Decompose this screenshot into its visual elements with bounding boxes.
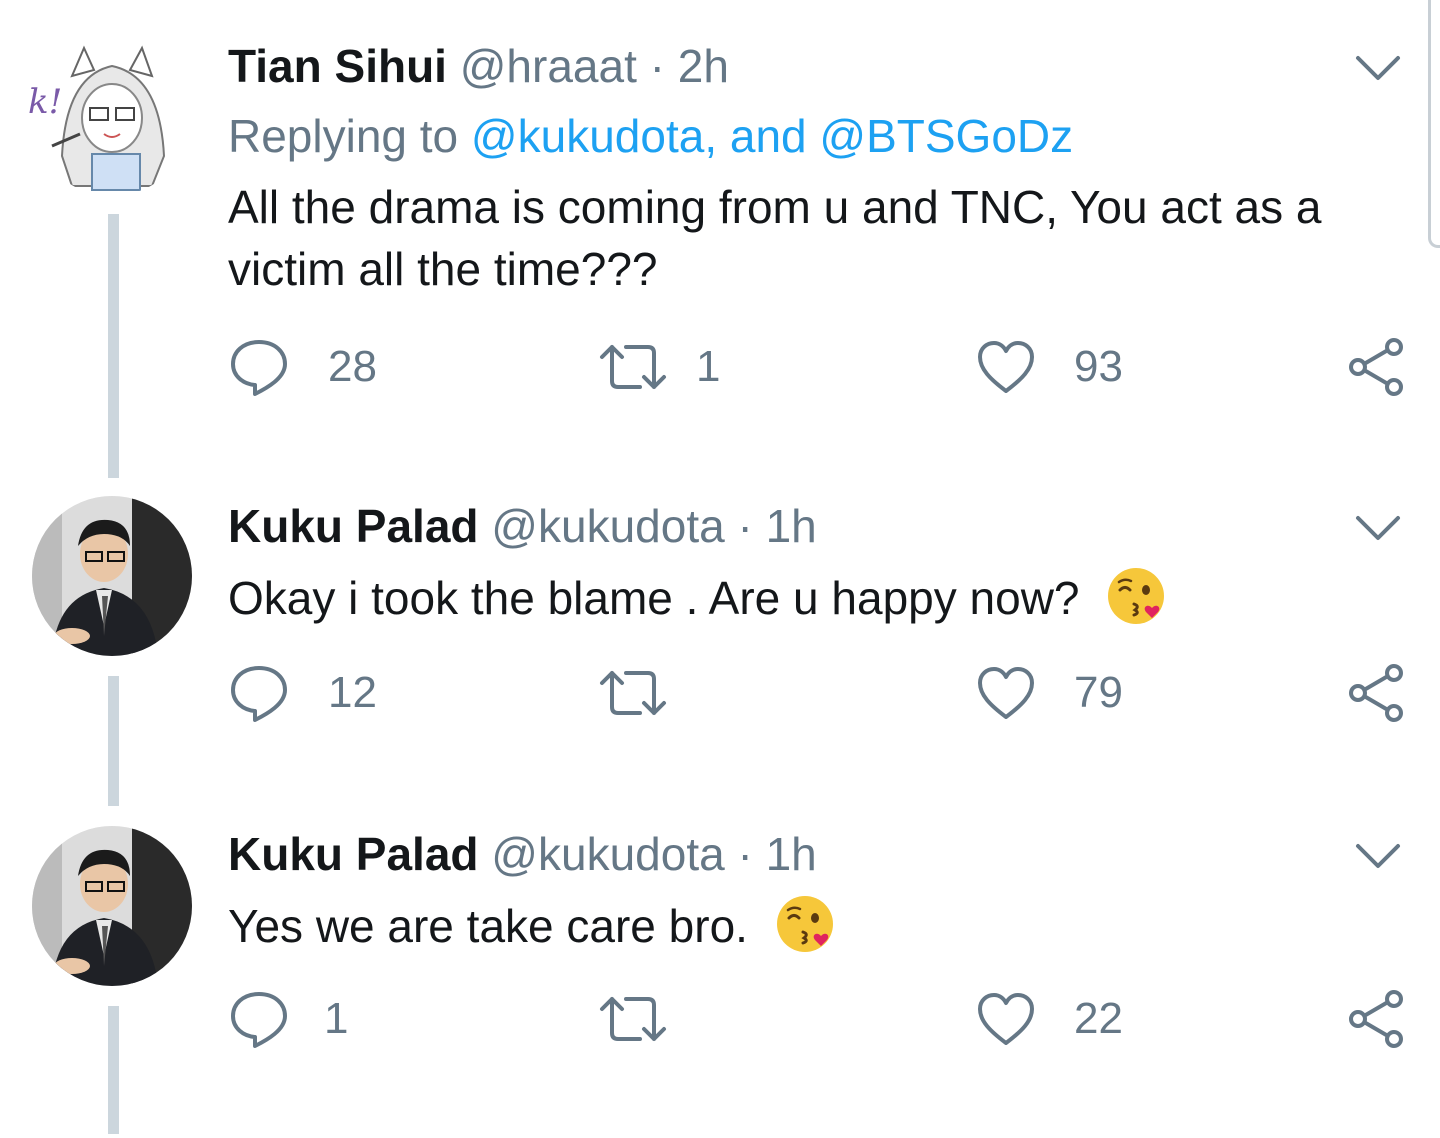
like-count: 22 bbox=[1074, 994, 1123, 1043]
tweet-header: Kuku Palad @kukudota · 1h bbox=[228, 498, 817, 554]
replying-to: Replying to @kukudota, and @BTSGoDz bbox=[228, 108, 1073, 164]
chevron-down-icon[interactable] bbox=[1352, 508, 1404, 548]
reply-count: 1 bbox=[324, 994, 349, 1043]
reply-icon bbox=[231, 992, 287, 1048]
user-handle[interactable]: @kukudota bbox=[491, 828, 724, 880]
separator: · bbox=[649, 40, 665, 92]
share-button[interactable] bbox=[1346, 658, 1406, 728]
replying-prefix: Replying to bbox=[228, 110, 459, 162]
share-button[interactable] bbox=[1346, 332, 1406, 402]
tweet-actions: 12 79 bbox=[228, 658, 1418, 728]
screen-edge-frame bbox=[1428, 0, 1440, 248]
avatar[interactable] bbox=[32, 496, 192, 656]
like-button[interactable]: 93 bbox=[976, 332, 1123, 402]
tweet-3[interactable]: Kuku Palad @kukudota · 1h Yes we are tak… bbox=[0, 800, 1440, 1138]
thread-line bbox=[108, 676, 119, 806]
person-avatar-image bbox=[32, 496, 192, 656]
tweet-text-line-1: All the drama is coming from u and TNC, … bbox=[228, 181, 1322, 233]
reply-count: 28 bbox=[328, 342, 377, 391]
retweet-icon bbox=[600, 345, 666, 389]
person-avatar-image bbox=[32, 826, 192, 986]
user-handle[interactable]: @hraaat bbox=[460, 40, 637, 92]
timestamp[interactable]: 1h bbox=[766, 828, 817, 880]
share-icon bbox=[1349, 338, 1403, 396]
retweet-icon bbox=[600, 671, 666, 715]
reply-button[interactable]: 1 bbox=[228, 984, 348, 1054]
retweet-count: 1 bbox=[696, 342, 721, 391]
reply-icon bbox=[231, 340, 287, 396]
kissing-face-emoji bbox=[1108, 568, 1165, 624]
share-icon bbox=[1349, 664, 1403, 722]
tweet-text: Okay i took the blame . Are u happy now? bbox=[228, 566, 1418, 629]
tweet-2[interactable]: Kuku Palad @kukudota · 1h Okay i took th… bbox=[0, 470, 1440, 810]
like-count: 79 bbox=[1074, 668, 1123, 717]
tweet-actions: 1 22 bbox=[228, 984, 1418, 1054]
share-button[interactable] bbox=[1346, 984, 1406, 1054]
reply-icon bbox=[231, 666, 287, 722]
kissing-face-emoji bbox=[776, 896, 833, 952]
replying-mentions-link[interactable]: @kukudota, and @BTSGoDz bbox=[471, 110, 1073, 162]
chevron-down-icon[interactable] bbox=[1352, 48, 1404, 88]
like-button[interactable]: 79 bbox=[976, 658, 1123, 728]
display-name[interactable]: Tian Sihui bbox=[228, 40, 447, 92]
separator: · bbox=[737, 500, 753, 552]
timestamp[interactable]: 2h bbox=[678, 40, 729, 92]
display-name[interactable]: Kuku Palad bbox=[228, 500, 479, 552]
tweet-1[interactable]: k! Tian Sihui @hraaat · 2h Replying to @… bbox=[0, 0, 1440, 478]
tweet-text: All the drama is coming from u and TNC, … bbox=[228, 176, 1418, 300]
tweet-text-content: Okay i took the blame . Are u happy now? bbox=[228, 572, 1080, 624]
retweet-button[interactable] bbox=[596, 658, 708, 728]
heart-icon bbox=[978, 341, 1034, 393]
share-icon bbox=[1349, 990, 1403, 1048]
reply-button[interactable]: 28 bbox=[228, 332, 377, 402]
user-handle[interactable]: @kukudota bbox=[491, 500, 724, 552]
separator: · bbox=[737, 828, 753, 880]
tweet-header: Kuku Palad @kukudota · 1h bbox=[228, 826, 817, 882]
retweet-button[interactable] bbox=[596, 984, 708, 1054]
timestamp[interactable]: 1h bbox=[766, 500, 817, 552]
like-button[interactable]: 22 bbox=[976, 984, 1123, 1054]
heart-icon bbox=[978, 993, 1034, 1045]
thread-line bbox=[108, 214, 119, 478]
retweet-button[interactable]: 1 bbox=[596, 332, 720, 402]
chevron-down-icon[interactable] bbox=[1352, 836, 1404, 876]
avatar-doodle-text: k! bbox=[28, 82, 63, 122]
tweet-header: Tian Sihui @hraaat · 2h bbox=[228, 38, 729, 94]
avatar[interactable] bbox=[32, 826, 192, 986]
retweet-icon bbox=[600, 997, 666, 1041]
thread-line bbox=[108, 1006, 119, 1134]
display-name[interactable]: Kuku Palad bbox=[228, 828, 479, 880]
reply-button[interactable]: 12 bbox=[228, 658, 377, 728]
reply-count: 12 bbox=[328, 668, 377, 717]
tweet-actions: 28 1 93 bbox=[228, 332, 1418, 402]
tweet-text-content: Yes we are take care bro. bbox=[228, 900, 748, 952]
heart-icon bbox=[978, 667, 1034, 719]
tweet-text-line-2: victim all the time??? bbox=[228, 243, 658, 295]
like-count: 93 bbox=[1074, 342, 1123, 391]
tweet-text: Yes we are take care bro. bbox=[228, 894, 1418, 957]
